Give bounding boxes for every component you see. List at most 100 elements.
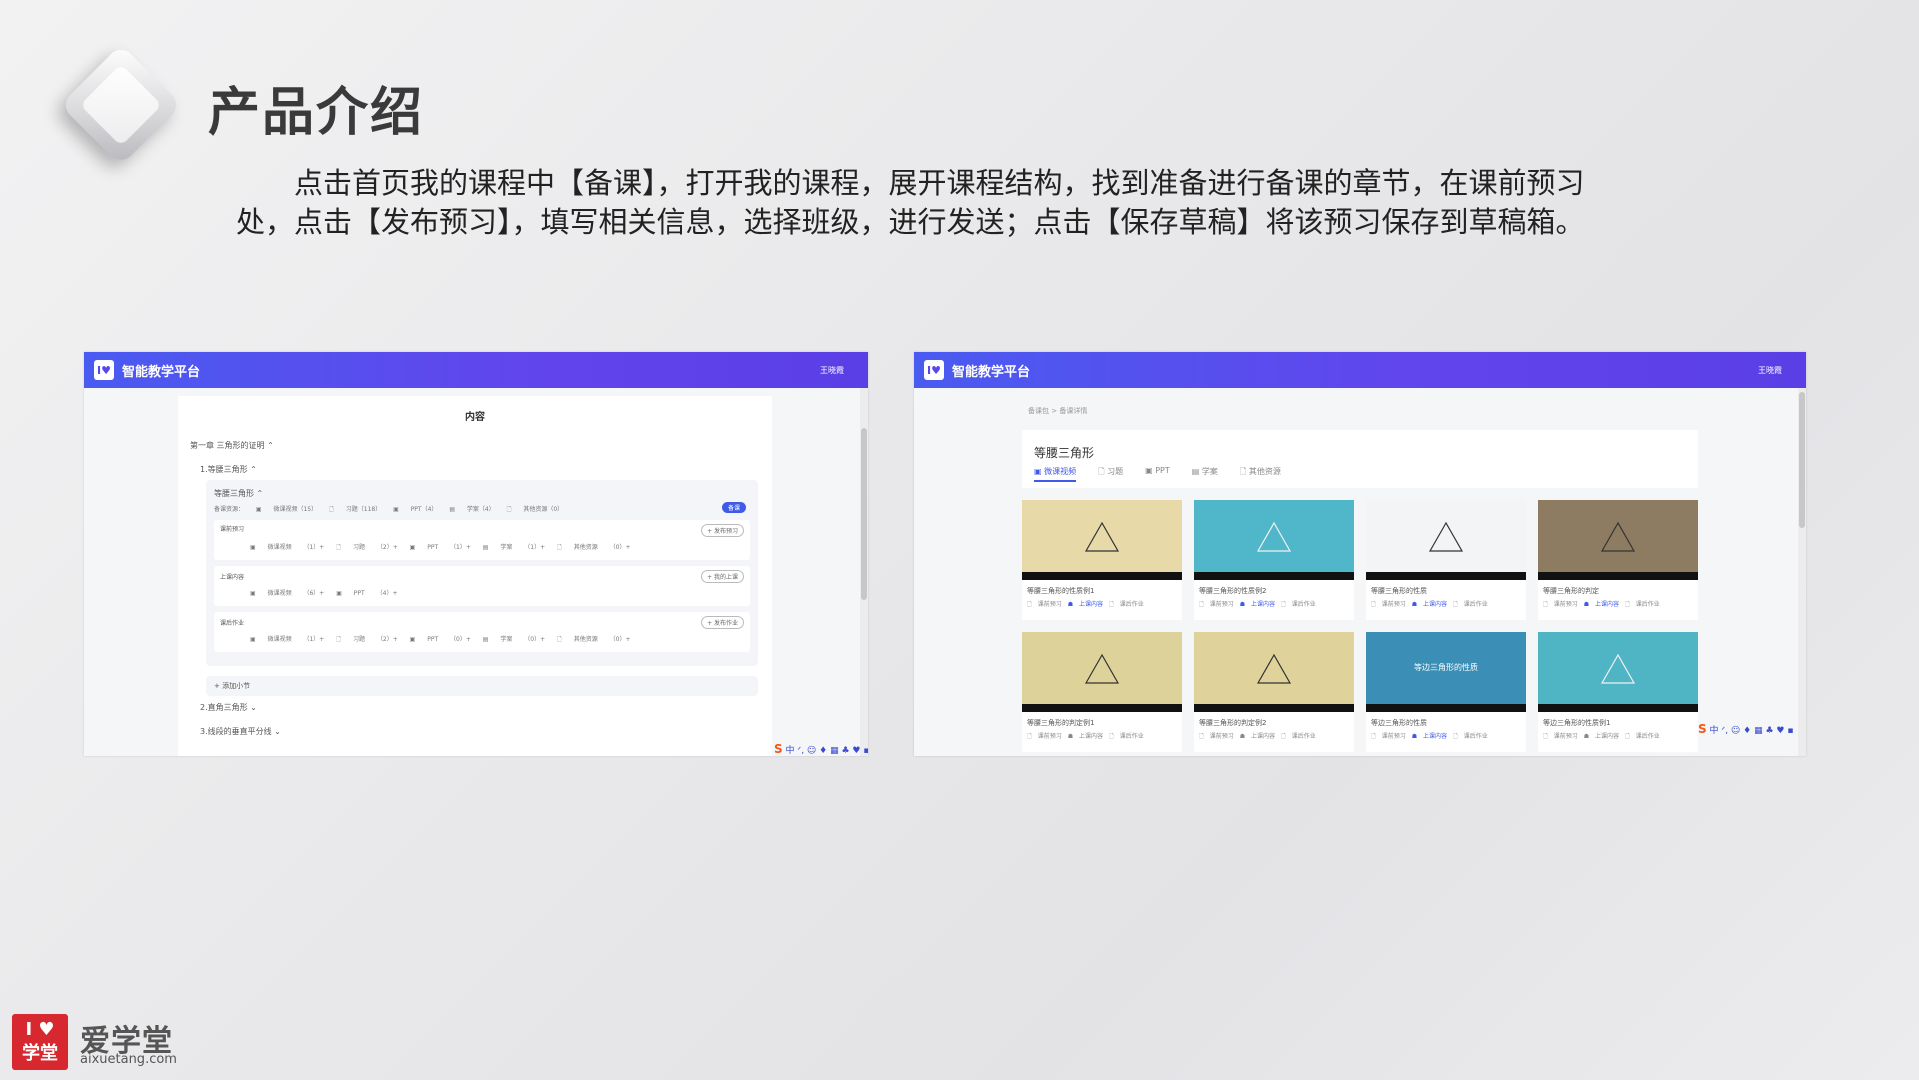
ime-logo-icon: S: [1698, 722, 1707, 736]
app-name: 智能教学平台: [122, 364, 201, 380]
scrollbar[interactable]: [1798, 388, 1806, 756]
decorative-diamond-icon: [60, 44, 182, 166]
add-section-button[interactable]: + 添加小节: [214, 681, 250, 691]
scrollbar-thumb[interactable]: [861, 428, 867, 600]
homework-resources[interactable]: ▣ 微课视频 （1）+ 🗋 习题 （2）+ ▣ PPT （0）+ ▤ 学案 （0…: [250, 634, 630, 645]
tab-micro-video[interactable]: ▣ 微课视频: [1034, 466, 1077, 482]
video-action-link[interactable]: ☗ 上课内容: [1412, 601, 1447, 608]
lesson-header-card: 等腰三角形 ▣ 微课视频 🗋 习题 ▣ PPT ▤ 学案 🗋 其他资源: [1022, 430, 1698, 488]
brand-logo-icon: I ♥ 学堂: [12, 1014, 68, 1070]
video-action-link[interactable]: 🗋 课后作业: [1625, 601, 1660, 608]
tab-ppt[interactable]: ▣ PPT: [1145, 466, 1170, 482]
video-card[interactable]: 等边三角形的性质 等边三角形的性质 🗋 课前预习 ☗ 上课内容 🗋 课后作业: [1366, 632, 1526, 752]
ime-toolbar[interactable]: S 中 ᐟ, ☺ ♦ ▦ ♣ ♥ ▪: [1698, 722, 1793, 736]
video-action-link[interactable]: ☗ 上课内容: [1068, 733, 1103, 740]
video-thumbnail[interactable]: 等边三角形的性质: [1366, 632, 1526, 712]
video-title: 等腰三角形的判定例2: [1199, 719, 1267, 727]
tab-other-resources[interactable]: 🗋 其他资源: [1240, 466, 1281, 482]
brand-logo-line-1: I ♥: [25, 1019, 55, 1040]
video-action-link[interactable]: 🗋 课前预习: [1199, 601, 1234, 608]
scrollbar[interactable]: [860, 388, 868, 756]
preview-block: 课前预习 + 发布预习 ▣ 微课视频 （1）+ 🗋 习题 （2）+ ▣ PPT …: [214, 520, 750, 560]
content-card: 内容 第一章 三角形的证明 ⌃ 1.等腰三角形 ⌃ 等腰三角形 ⌃ 备课资源： …: [178, 396, 772, 756]
publish-homework-button[interactable]: + 发布作业: [701, 616, 744, 629]
video-action-link[interactable]: 🗋 课后作业: [1109, 733, 1144, 740]
ime-toolbar[interactable]: S 中 ᐟ, ☺ ♦ ▦ ♣ ♥ ▪: [774, 742, 868, 756]
app-logo-icon: I♥: [94, 360, 114, 380]
user-name[interactable]: 王晓霞: [1758, 365, 1782, 376]
triangle-diagram-icon: [1428, 521, 1464, 552]
video-action-link[interactable]: 🗋 课后作业: [1281, 733, 1316, 740]
video-card[interactable]: 等腰三角形的判定例1 🗋 课前预习 ☗ 上课内容 🗋 课后作业: [1022, 632, 1182, 752]
subsection-toggle[interactable]: 等腰三角形 ⌃: [214, 488, 263, 499]
video-thumbnail[interactable]: [1022, 500, 1182, 580]
video-thumbnail[interactable]: [1538, 632, 1698, 712]
video-card[interactable]: 等腰三角形的性质例1 🗋 课前预习 ☗ 上课内容 🗋 课后作业: [1022, 500, 1182, 620]
tab-exercises[interactable]: 🗋 习题: [1098, 466, 1123, 482]
video-action-link[interactable]: 🗋 课后作业: [1109, 601, 1144, 608]
video-action-link[interactable]: 🗋 课前预习: [1543, 733, 1578, 740]
video-title: 等腰三角形的性质例2: [1199, 587, 1267, 595]
scrollbar-thumb[interactable]: [1799, 392, 1805, 528]
ime-logo-icon: S: [774, 742, 783, 756]
course-structure-screenshot: I♥ 智能教学平台 王晓霞 内容 第一章 三角形的证明 ⌃ 1.等腰三角形 ⌃ …: [84, 352, 868, 756]
video-actions: 🗋 课前预习 ☗ 上课内容 🗋 课后作业: [1366, 731, 1526, 742]
video-action-link[interactable]: 🗋 课前预习: [1543, 601, 1578, 608]
content-header: 内容: [465, 412, 485, 423]
app-name: 智能教学平台: [952, 364, 1031, 380]
video-action-link[interactable]: 🗋 课前预习: [1027, 601, 1062, 608]
video-thumbnail[interactable]: [1022, 632, 1182, 712]
video-action-link[interactable]: 🗋 课后作业: [1453, 733, 1488, 740]
brand-logo-line-2: 学堂: [22, 1043, 58, 1064]
video-actions: 🗋 课前预习 ☗ 上课内容 🗋 课后作业: [1538, 731, 1698, 742]
video-action-link[interactable]: 🗋 课前预习: [1027, 733, 1062, 740]
video-action-link[interactable]: ☗ 上课内容: [1584, 733, 1619, 740]
video-action-link[interactable]: 🗋 课后作业: [1625, 733, 1660, 740]
video-action-link[interactable]: ☗ 上课内容: [1240, 601, 1275, 608]
publish-preview-button[interactable]: + 发布预习: [701, 524, 744, 537]
app-header: I♥ 智能教学平台 王晓霞: [84, 352, 868, 388]
prepare-badge[interactable]: 备课: [722, 502, 747, 513]
video-thumbnail[interactable]: [1366, 500, 1526, 580]
user-name[interactable]: 王晓霞: [820, 365, 844, 376]
video-card[interactable]: 等腰三角形的性质例2 🗋 课前预习 ☗ 上课内容 🗋 课后作业: [1194, 500, 1354, 620]
triangle-diagram-icon: [1256, 521, 1292, 552]
video-action-link[interactable]: ☗ 上课内容: [1412, 733, 1447, 740]
preview-resources[interactable]: ▣ 微课视频 （1）+ 🗋 习题 （2）+ ▣ PPT （1）+ ▤ 学案 （1…: [250, 542, 630, 553]
video-title: 等腰三角形的判定: [1543, 587, 1599, 595]
video-action-link[interactable]: 🗋 课前预习: [1371, 601, 1406, 608]
video-card[interactable]: 等腰三角形的判定 🗋 课前预习 ☗ 上课内容 🗋 课后作业: [1538, 500, 1698, 620]
video-thumbnail[interactable]: [1194, 500, 1354, 580]
resource-summary: 备课资源： ▣ 微课视频（15） 🗋 习题（118） ▣ PPT（4） ▤ 学案…: [214, 506, 564, 513]
video-thumbnail[interactable]: [1538, 500, 1698, 580]
triangle-diagram-icon: [1084, 653, 1120, 684]
section-toggle-1[interactable]: 1.等腰三角形 ⌃: [200, 464, 257, 475]
class-resources[interactable]: ▣ 微课视频 （6）+ ▣ PPT （4）+: [250, 588, 397, 597]
video-action-link[interactable]: 🗋 课后作业: [1281, 601, 1316, 608]
video-action-link[interactable]: ☗ 上课内容: [1240, 733, 1275, 740]
video-card[interactable]: 等腰三角形的性质 🗋 课前预习 ☗ 上课内容 🗋 课后作业: [1366, 500, 1526, 620]
add-section-row[interactable]: + 添加小节: [206, 676, 758, 696]
tab-study-plan[interactable]: ▤ 学案: [1192, 466, 1218, 482]
ime-toolbar-icons: 中 ᐟ, ☺ ♦ ▦ ♣ ♥ ▪: [1709, 726, 1794, 736]
video-action-link[interactable]: 🗋 课后作业: [1453, 601, 1488, 608]
video-action-link[interactable]: 🗋 课前预习: [1371, 733, 1406, 740]
video-thumbnail[interactable]: [1194, 632, 1354, 712]
video-action-link[interactable]: 🗋 课前预习: [1199, 733, 1234, 740]
video-card[interactable]: 等腰三角形的判定例2 🗋 课前预习 ☗ 上课内容 🗋 课后作业: [1194, 632, 1354, 752]
chapter-toggle[interactable]: 第一章 三角形的证明 ⌃: [190, 440, 274, 451]
slide-title: 产品介绍: [208, 83, 425, 143]
video-card[interactable]: 等边三角形的性质例1 🗋 课前预习 ☗ 上课内容 🗋 课后作业: [1538, 632, 1698, 752]
lesson-detail-screenshot: I♥ 智能教学平台 王晓霞 备课包 > 备课详情 等腰三角形 ▣ 微课视频 🗋 …: [914, 352, 1806, 756]
video-actions: 🗋 课前预习 ☗ 上课内容 🗋 课后作业: [1366, 599, 1526, 610]
video-action-link[interactable]: ☗ 上课内容: [1584, 601, 1619, 608]
my-class-button[interactable]: + 我的上课: [701, 570, 744, 583]
class-content-label: 上课内容: [220, 574, 245, 581]
lesson-title: 等腰三角形: [1034, 446, 1095, 460]
section-toggle-2[interactable]: 2.直角三角形 ⌄: [200, 702, 257, 713]
homework-block: 课后作业 + 发布作业 ▣ 微课视频 （1）+ 🗋 习题 （2）+ ▣ PPT …: [214, 612, 750, 652]
video-action-link[interactable]: ☗ 上课内容: [1068, 601, 1103, 608]
breadcrumb[interactable]: 备课包 > 备课详情: [1028, 406, 1087, 416]
section-toggle-3[interactable]: 3.线段的垂直平分线 ⌄: [200, 726, 281, 737]
brand-url: aixuetang.com: [80, 1052, 177, 1067]
